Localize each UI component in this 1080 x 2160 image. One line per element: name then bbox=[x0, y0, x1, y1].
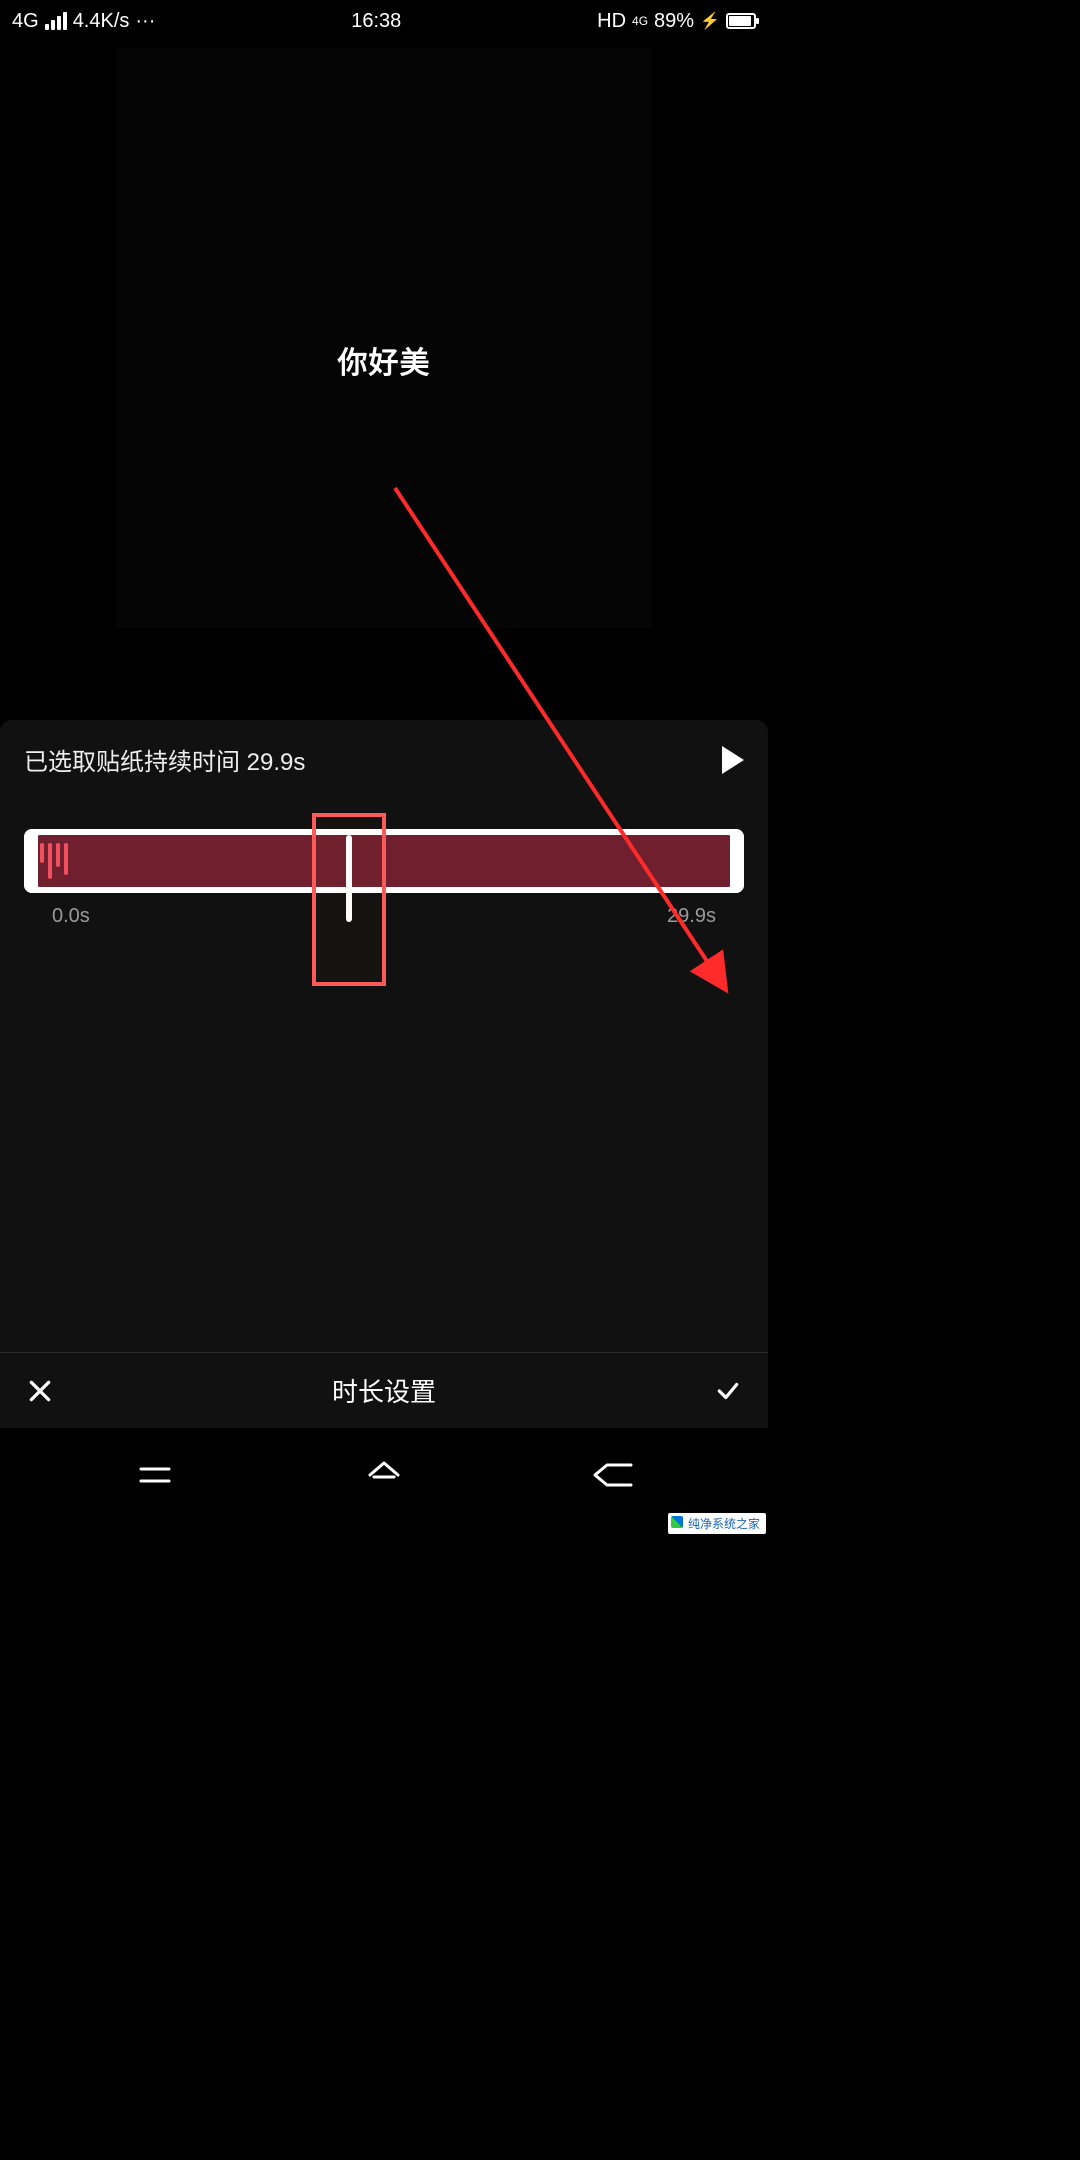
time-end-label: 29.9s bbox=[667, 905, 716, 928]
panel-header: 已选取贴纸持续时间 29.9s bbox=[0, 720, 768, 787]
charging-icon: ⚡ bbox=[700, 11, 720, 31]
more-indicator: ··· bbox=[135, 10, 155, 33]
status-left: 4G 4.4K/s ··· bbox=[12, 10, 155, 33]
status-time: 16:38 bbox=[351, 10, 401, 33]
bottom-bar: 时长设置 bbox=[0, 1352, 768, 1428]
nav-recent-icon[interactable] bbox=[125, 1451, 185, 1499]
data-rate-label: 4.4K/s bbox=[73, 10, 130, 33]
hd-label: HD bbox=[597, 10, 626, 33]
network-type-label: 4G bbox=[12, 10, 39, 33]
watermark: 纯净系统之家 bbox=[668, 1513, 766, 1534]
battery-icon bbox=[726, 13, 756, 29]
trim-handle-left[interactable] bbox=[24, 829, 38, 893]
status-right: HD 4G 89% ⚡ bbox=[597, 10, 756, 33]
time-start-label: 0.0s bbox=[52, 905, 90, 928]
cancel-button[interactable] bbox=[20, 1371, 60, 1411]
confirm-button[interactable] bbox=[708, 1371, 748, 1411]
system-nav-bar bbox=[0, 1428, 768, 1536]
net-sub-label: 4G bbox=[632, 16, 648, 26]
battery-percent-label: 89% bbox=[654, 10, 694, 33]
play-button[interactable] bbox=[722, 746, 744, 774]
timeline-wrap: 0.0s 29.9s bbox=[0, 829, 768, 928]
audio-wave-icon bbox=[40, 843, 68, 879]
sticker-text[interactable]: 你好美 bbox=[338, 338, 431, 382]
time-labels: 0.0s 29.9s bbox=[24, 893, 744, 928]
nav-home-icon[interactable] bbox=[354, 1451, 414, 1499]
video-preview[interactable]: 你好美 bbox=[116, 48, 652, 628]
bottom-title: 时长设置 bbox=[332, 1372, 436, 1409]
duration-panel: 已选取贴纸持续时间 29.9s 0.0s 29.9s bbox=[0, 720, 768, 1428]
watermark-text: 纯净系统之家 bbox=[688, 1517, 760, 1531]
signal-icon bbox=[45, 12, 67, 30]
duration-label: 已选取贴纸持续时间 29.9s bbox=[24, 742, 305, 777]
nav-back-icon[interactable] bbox=[583, 1451, 643, 1499]
status-bar: 4G 4.4K/s ··· 16:38 HD 4G 89% ⚡ bbox=[0, 0, 768, 42]
timeline-fill bbox=[36, 835, 732, 887]
trim-handle-right[interactable] bbox=[730, 829, 744, 893]
timeline-track[interactable] bbox=[24, 829, 744, 893]
